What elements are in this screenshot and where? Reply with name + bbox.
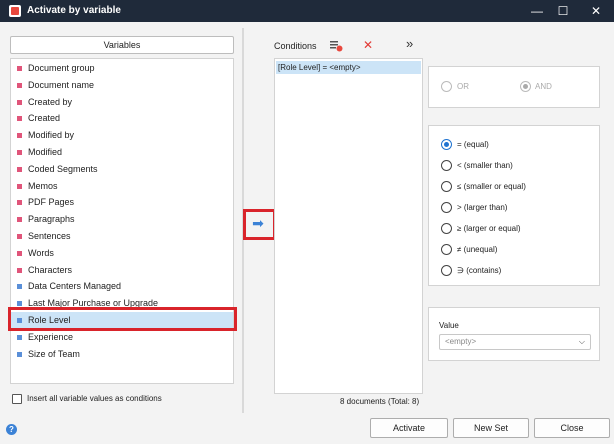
variable-label: Memos — [28, 180, 58, 191]
variable-type-icon — [17, 166, 22, 172]
variable-type-icon — [17, 234, 22, 239]
window-title: Activate by variable — [27, 5, 121, 16]
variable-item[interactable]: Document group — [11, 60, 233, 77]
operator-label: ∋ (contains) — [457, 266, 502, 275]
activate-button[interactable]: Activate — [370, 418, 448, 438]
delete-condition-set-icon[interactable] — [329, 39, 343, 52]
and-label: AND — [535, 82, 552, 91]
variables-button[interactable]: Variables — [10, 36, 234, 54]
variable-item[interactable]: Size of Team — [11, 346, 233, 363]
variable-item[interactable]: Words — [11, 245, 233, 262]
variable-item[interactable]: PDF Pages — [11, 194, 233, 211]
variable-label: Coded Segments — [28, 163, 98, 174]
variable-item[interactable]: Created by — [11, 94, 233, 111]
variable-type-icon — [17, 116, 22, 122]
variable-label: Paragraphs — [28, 214, 75, 225]
minimize-button[interactable]: — — [523, 2, 551, 20]
operator-radio[interactable] — [441, 244, 452, 255]
operator-radio[interactable] — [441, 181, 452, 192]
variable-item[interactable]: Modified — [11, 144, 233, 161]
variable-label: Data Centers Managed — [28, 281, 122, 292]
operator-radio[interactable] — [441, 202, 452, 213]
variable-label: Characters — [28, 264, 73, 275]
help-icon[interactable]: ? — [6, 424, 17, 435]
operator-label: ≤ (smaller or equal) — [457, 182, 526, 191]
operator-label: = (equal) — [457, 140, 489, 149]
or-label: OR — [457, 82, 469, 91]
variable-label: Size of Team — [28, 348, 80, 359]
or-radio[interactable] — [441, 81, 452, 92]
conditions-label: Conditions — [274, 41, 317, 51]
variable-type-icon — [17, 301, 22, 307]
variable-item[interactable]: Created — [11, 110, 233, 127]
variable-type-icon — [17, 351, 22, 357]
operator-label: ≠ (unequal) — [457, 245, 498, 254]
variable-type-icon — [17, 99, 22, 105]
chevron-down-icon: ⌵ — [578, 337, 585, 346]
variable-label: Modified — [28, 147, 63, 157]
variable-label: Sentences — [28, 231, 71, 241]
variable-type-icon — [17, 183, 22, 189]
new-set-button[interactable]: New Set — [453, 418, 529, 438]
variable-item[interactable]: Coded Segments — [11, 161, 233, 178]
operator-label: > (larger than) — [457, 203, 508, 212]
variable-label: PDF Pages — [28, 197, 75, 208]
variables-list[interactable]: Document group Document name Created by Cre… — [10, 58, 234, 384]
variable-type-icon — [17, 200, 22, 206]
operator-group: = (equal) < (smaller than) ≤ (smaller or e… — [428, 125, 600, 286]
variable-type-icon — [17, 217, 22, 223]
variable-item[interactable]: Document name — [11, 77, 233, 94]
variable-label: Experience — [28, 331, 74, 342]
close-button[interactable]: Close — [534, 418, 610, 438]
variable-label: Created by — [28, 96, 73, 107]
variable-label: Document group — [28, 63, 95, 73]
variable-item[interactable]: Paragraphs — [11, 211, 233, 228]
insert-all-label: Insert all variable values as conditions — [27, 394, 162, 403]
documents-status: 8 documents (Total: 8) — [340, 397, 420, 406]
insert-all-checkbox[interactable] — [12, 394, 22, 404]
value-label: Value — [439, 321, 459, 330]
variable-label: Created — [28, 113, 61, 124]
operator-radio[interactable] — [441, 223, 452, 234]
operator-radio[interactable] — [441, 265, 452, 276]
operator-radio[interactable] — [441, 160, 452, 171]
app-icon — [9, 5, 21, 17]
variable-item[interactable]: Characters — [11, 262, 233, 279]
condition-item[interactable]: [Role Level] = <empty> — [276, 61, 421, 74]
variable-item[interactable]: Modified by — [11, 127, 233, 144]
operator-label: < (smaller than) — [457, 161, 513, 170]
operator-radio[interactable] — [441, 139, 452, 150]
and-radio[interactable] — [520, 81, 531, 92]
variable-item[interactable]: Memos — [11, 178, 233, 195]
variable-type-icon — [17, 250, 22, 256]
variable-item[interactable]: Experience — [11, 329, 233, 346]
variable-item[interactable]: Sentences — [11, 228, 233, 245]
variable-type-icon — [17, 66, 22, 71]
role-level-highlight-box — [8, 307, 237, 331]
arrow-highlight-box — [243, 209, 276, 240]
operator-label: ≥ (larger or equal) — [457, 224, 521, 233]
remove-condition-icon[interactable]: ✕ — [363, 39, 373, 51]
title-bar: Activate by variable — ☐ ✕ — [0, 0, 614, 22]
variable-type-icon — [17, 284, 22, 290]
expand-icon[interactable]: » — [406, 37, 413, 50]
variable-item[interactable]: Data Centers Managed — [11, 278, 233, 295]
value-current: <empty> — [445, 337, 477, 346]
variable-label: Document name — [28, 79, 95, 90]
variable-type-icon — [17, 150, 22, 155]
close-window-button[interactable]: ✕ — [582, 2, 610, 20]
variable-label: Words — [28, 247, 54, 258]
variable-type-icon — [17, 334, 22, 340]
maximize-button[interactable]: ☐ — [549, 2, 577, 20]
logic-group: OR AND — [428, 66, 600, 108]
variable-type-icon — [17, 133, 22, 139]
conditions-list[interactable]: [Role Level] = <empty> — [274, 58, 423, 394]
variable-type-icon — [17, 82, 22, 88]
value-select[interactable]: <empty> ⌵ — [439, 334, 591, 350]
variable-label: Modified by — [28, 130, 75, 141]
variable-type-icon — [17, 267, 22, 273]
